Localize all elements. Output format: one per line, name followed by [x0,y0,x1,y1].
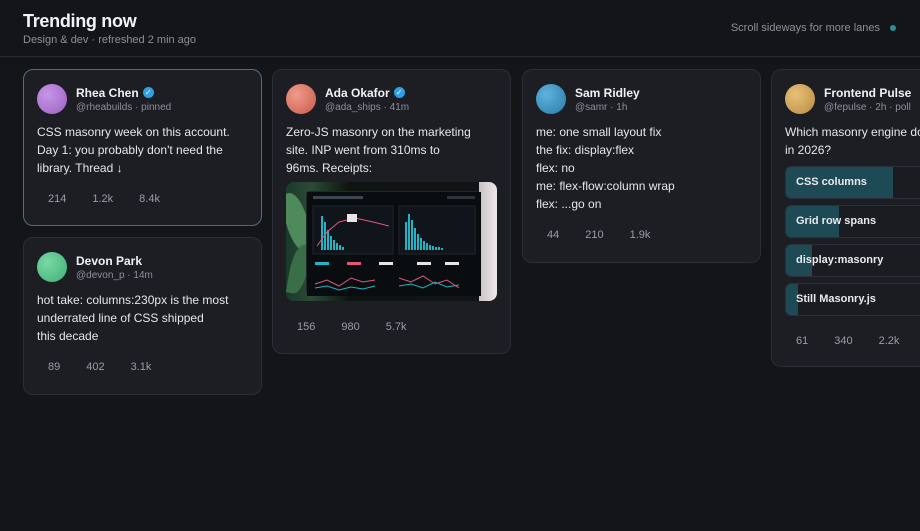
post-stats: 214 1.2k 8.4k [48,193,160,205]
poll-option[interactable]: display:masonry [785,244,920,277]
author-meta: @devon_p · 14m [76,269,153,281]
repost-count[interactable]: 340 [834,335,852,347]
page-subtitle: Design & dev · refreshed 2 min ago [23,34,197,46]
reply-count[interactable]: 61 [796,335,808,347]
poll-option-label: Grid row spans [796,215,877,227]
post-stats: 156 980 5.7k [297,321,407,333]
avatar[interactable] [286,84,316,114]
like-count[interactable]: 5.7k [386,321,407,333]
author-name[interactable]: Sam Ridley [575,86,640,100]
reply-count[interactable]: 156 [297,321,315,333]
post-card[interactable]: Ada Okafor ✓ @ada_ships · 41m Zero-JS ma… [272,69,511,354]
post-text: me: one small layout fix the fix: displa… [536,125,675,211]
poll-option[interactable]: CSS columns [785,166,920,199]
poll-option[interactable]: Still Masonry.js [785,283,920,316]
like-count[interactable]: 8.4k [139,193,160,205]
check-badge-icon: ✓ [393,87,405,98]
reply-count[interactable]: 89 [48,361,60,373]
avatar[interactable] [37,84,67,114]
repost-count[interactable]: 402 [86,361,104,373]
author-meta: @samr · 1h [575,101,628,113]
author-meta: @rheabuilds · pinned [76,101,172,113]
dot-icon [890,25,896,31]
reply-count[interactable]: 214 [48,193,66,205]
post-text: hot take: columns:230px is the most unde… [37,293,229,343]
author-name[interactable]: Rhea Chen [76,86,139,100]
repost-count[interactable]: 210 [585,229,603,241]
dashboard-screenshot [306,191,481,296]
avatar[interactable] [37,252,67,282]
author-name[interactable]: Ada Okafor [325,86,390,100]
avatar[interactable] [785,84,815,114]
avatar[interactable] [536,84,566,114]
author-name[interactable]: Frontend Pulse [824,86,911,100]
repost-count[interactable]: 1.2k [92,193,113,205]
post-header: Ada Okafor ✓ @ada_ships · 41m [286,83,409,115]
author-meta: @ada_ships · 41m [325,101,410,113]
page-header: Trending now Design & dev · refreshed 2 … [0,0,920,57]
like-count[interactable]: 2.2k [879,335,900,347]
post-header: Devon Park @devon_p · 14m [37,251,153,283]
poll-option-label: CSS columns [796,176,867,188]
post-text: Which masonry engine do in 2026? [785,125,920,157]
post-header: Sam Ridley @samr · 1h [536,83,640,115]
check-badge-icon: ✓ [142,87,154,98]
scroll-hint: Scroll sideways for more lanes [731,22,896,34]
post-header: Frontend Pulse @fepulse · 2h · poll [785,83,911,115]
post-stats: 61 340 2.2k [796,335,899,347]
repost-count[interactable]: 980 [341,321,359,333]
post-text: Zero-JS masonry on the marketing site. I… [286,125,471,175]
poll-option[interactable]: Grid row spans [785,205,920,238]
post-text: CSS masonry week on this account. Day 1:… [37,125,230,175]
scroll-hint-label: Scroll sideways for more lanes [730,22,880,34]
author-meta: @fepulse · 2h · poll [824,101,911,113]
post-header: Rhea Chen ✓ @rheabuilds · pinned [37,83,171,115]
like-count[interactable]: 3.1k [131,361,152,373]
post-media-image[interactable] [286,182,497,301]
post-stats: 89 402 3.1k [48,361,151,373]
like-count[interactable]: 1.9k [630,229,651,241]
post-card[interactable]: Frontend Pulse @fepulse · 2h · poll Whic… [771,69,920,367]
post-card[interactable]: Devon Park @devon_p · 14m hot take: colu… [23,237,262,395]
post-card[interactable]: Sam Ridley @samr · 1h me: one small layo… [522,69,761,263]
poll-option-label: display:masonry [796,254,884,266]
reply-count[interactable]: 44 [547,229,559,241]
post-stats: 44 210 1.9k [547,229,650,241]
page-title: Trending now [23,11,137,31]
post-card[interactable]: Rhea Chen ✓ @rheabuilds · pinned CSS mas… [23,69,262,226]
poll-option-label: Still Masonry.js [796,293,876,305]
author-name[interactable]: Devon Park [76,254,142,268]
